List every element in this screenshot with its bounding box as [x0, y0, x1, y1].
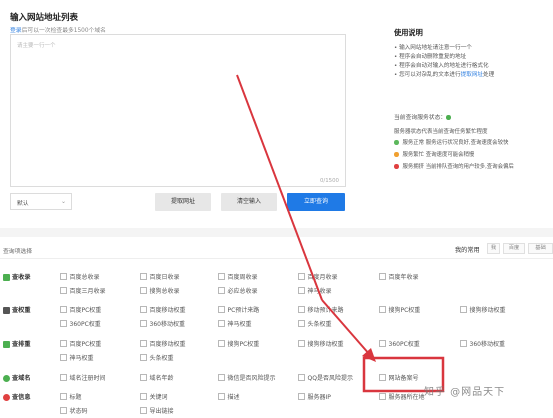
annotation-line — [236, 74, 323, 301]
annotation-arrow-line — [321, 299, 371, 356]
watermark: 知乎 @网品天下 — [424, 387, 506, 398]
annotation-overlay — [236, 74, 445, 393]
